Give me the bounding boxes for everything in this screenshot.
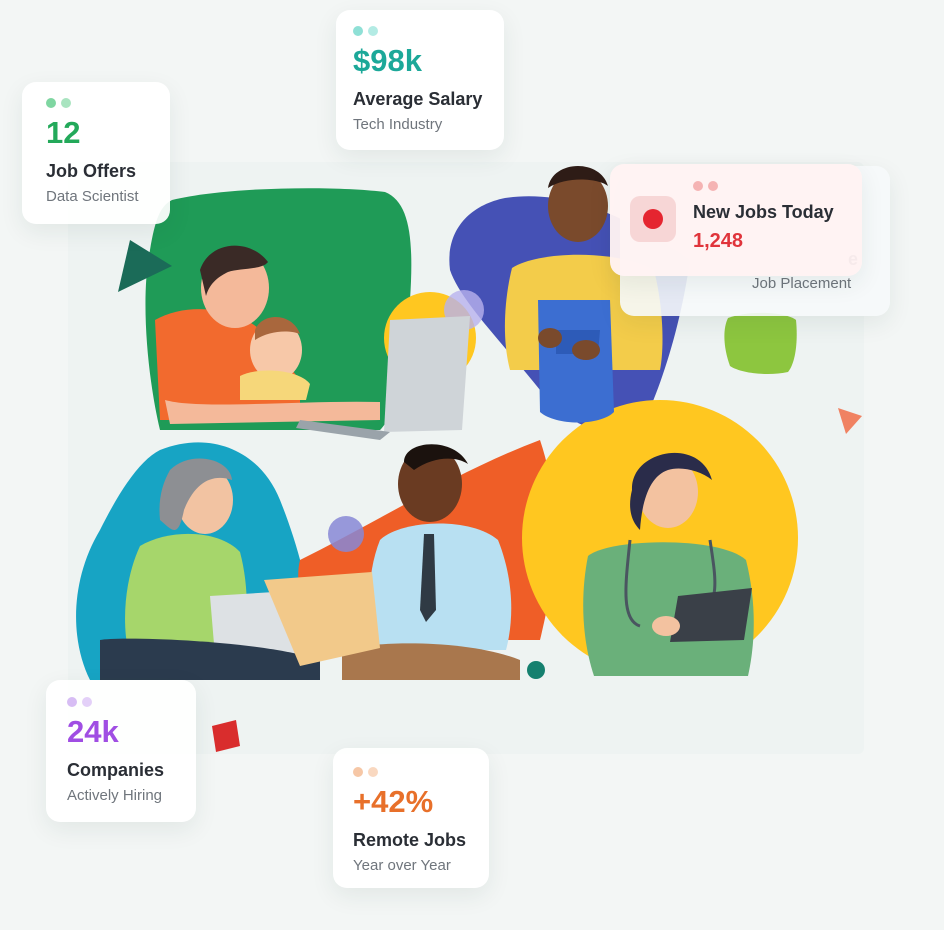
card-dots — [353, 767, 489, 777]
average-salary-label: Average Salary — [353, 89, 483, 109]
remote-jobs-card: +42% Remote Jobs Year over Year — [333, 748, 489, 888]
dot-icon — [353, 26, 363, 36]
purple-circle — [328, 516, 364, 552]
lime-square — [724, 312, 797, 374]
dot-icon — [708, 181, 718, 191]
job-placement-subtitle: Job Placement — [752, 275, 852, 292]
job-offers-value: 12 — [46, 115, 81, 150]
companies-value: 24k — [67, 714, 119, 749]
dot-icon — [61, 98, 71, 108]
dot-icon — [67, 697, 77, 707]
dot-icon — [693, 181, 703, 191]
dot-icon — [353, 767, 363, 777]
card-dots — [693, 181, 718, 191]
job-offers-label: Job Offers — [46, 161, 137, 181]
new-jobs-count: 1,248 — [693, 230, 744, 252]
companies-card: 24k Companies Actively Hiring — [46, 680, 196, 822]
remote-jobs-value: +42% — [353, 784, 434, 819]
job-offers-card: 12 Job Offers Data Scientist — [22, 82, 170, 224]
dot-icon — [46, 98, 56, 108]
tablet — [670, 588, 752, 642]
laptop — [384, 316, 470, 432]
card-dots — [46, 98, 170, 108]
companies-label: Companies — [67, 760, 165, 780]
card-dots — [353, 26, 504, 36]
new-jobs-today-card: New Jobs Today 1,248 — [610, 164, 862, 276]
dot-icon — [82, 697, 92, 707]
dot-icon — [368, 767, 378, 777]
red-square — [212, 720, 240, 752]
companies-subtitle: Actively Hiring — [67, 787, 163, 804]
average-salary-subtitle: Tech Industry — [353, 116, 443, 133]
card-dots — [67, 697, 196, 707]
job-offers-subtitle: Data Scientist — [46, 188, 139, 205]
teal-dot — [527, 661, 545, 679]
average-salary-value: $98k — [353, 43, 422, 78]
coral-triangle — [838, 408, 862, 434]
dot-icon — [368, 26, 378, 36]
average-salary-card: $98k Average Salary Tech Industry — [336, 10, 504, 150]
new-jobs-label: New Jobs Today — [693, 202, 834, 222]
remote-jobs-label: Remote Jobs — [353, 830, 467, 850]
remote-jobs-subtitle: Year over Year — [353, 857, 451, 874]
live-indicator-icon — [630, 196, 676, 242]
